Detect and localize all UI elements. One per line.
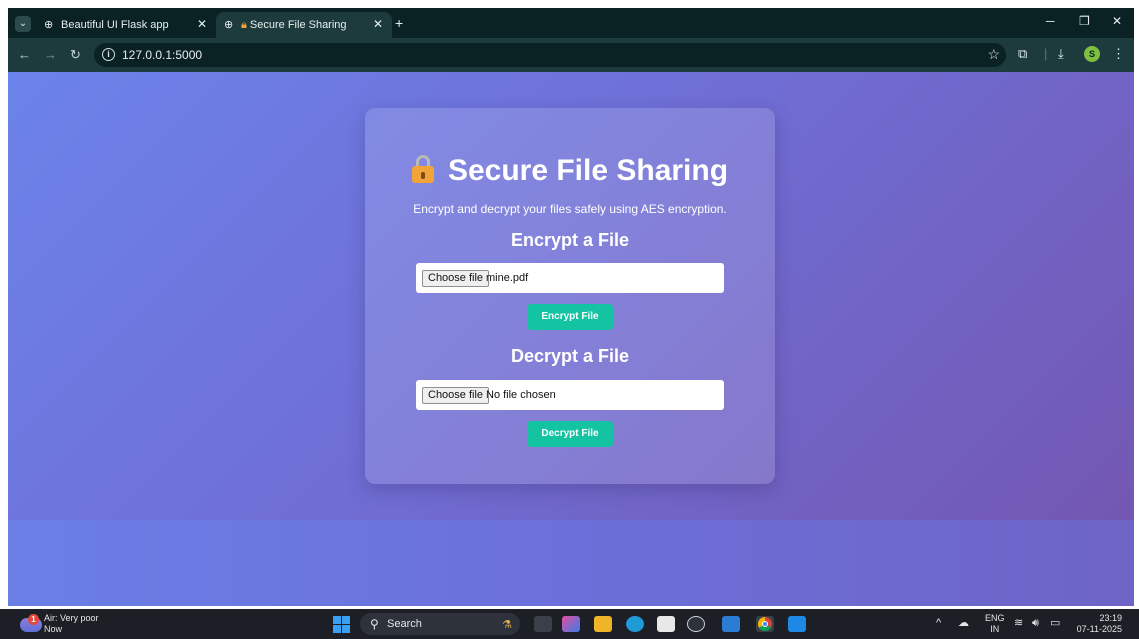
- decrypt-heading: Decrypt a File: [510, 346, 630, 366]
- onedrive-cloud-icon[interactable]: ☁: [958, 617, 969, 629]
- edge-browser-icon[interactable]: [626, 616, 644, 632]
- lock-emoji-icon: 🔒︎: [241, 19, 247, 31]
- site-info-icon[interactable]: i: [102, 48, 115, 61]
- weather-badge: 1: [28, 614, 39, 625]
- encrypt-choose-file-button[interactable]: Choose file: [422, 270, 490, 287]
- minimize-icon[interactable]: ─: [1046, 14, 1055, 28]
- tab-strip: ⌄ ⊕ Beautiful UI Flask app ✕ ⊕ 🔒︎ Secure…: [8, 8, 1134, 38]
- taskbar-clock[interactable]: 23:19 07-11-2025: [1072, 613, 1122, 635]
- language-indicator[interactable]: ENG IN: [985, 613, 1005, 635]
- page-background: Secure File Sharing Encrypt and decrypt …: [8, 72, 1134, 520]
- tab-title: 🔒︎ Secure File Sharing: [241, 19, 347, 31]
- show-hidden-icons-chevron-icon[interactable]: ^: [936, 617, 941, 629]
- weather-status[interactable]: Air: Very poor Now: [44, 613, 99, 635]
- encrypt-file-name: mine.pdf: [486, 272, 529, 284]
- page-viewport: Secure File Sharing Encrypt and decrypt …: [8, 72, 1134, 606]
- reload-icon[interactable]: ↻: [70, 48, 81, 62]
- tab-beautiful-ui[interactable]: ⊕ Beautiful UI Flask app ✕: [36, 12, 216, 38]
- close-tab-icon[interactable]: ✕: [373, 17, 383, 31]
- profile-avatar[interactable]: S: [1084, 46, 1100, 62]
- chrome-icon[interactable]: [756, 616, 774, 632]
- volume-icon[interactable]: 🔊︎: [1032, 617, 1039, 629]
- decrypt-file-input[interactable]: Choose file No file chosen: [416, 380, 724, 410]
- tab-title: Beautiful UI Flask app: [61, 19, 169, 31]
- search-icon: ⚲: [370, 617, 379, 631]
- page-title: Secure File Sharing: [365, 154, 775, 188]
- url-text[interactable]: 127.0.0.1:5000: [122, 48, 202, 62]
- calendar-app-icon[interactable]: [657, 616, 675, 632]
- dell-app-icon[interactable]: [687, 616, 705, 632]
- globe-icon: ⊕: [224, 19, 234, 31]
- encrypt-file-input[interactable]: Choose file mine.pdf: [416, 263, 724, 293]
- file-explorer-icon[interactable]: [594, 616, 612, 632]
- forward-arrow-icon[interactable]: →: [44, 48, 57, 62]
- weather-widget-icon[interactable]: 1: [20, 614, 42, 634]
- browser-window: ⌄ ⊕ Beautiful UI Flask app ✕ ⊕ 🔒︎ Secure…: [8, 8, 1134, 606]
- close-tab-icon[interactable]: ✕: [197, 17, 207, 31]
- page-subtitle: Encrypt and decrypt your files safely us…: [413, 202, 727, 216]
- tab-secure-file-sharing[interactable]: ⊕ 🔒︎ Secure File Sharing ✕: [216, 12, 392, 38]
- globe-icon: ⊕: [44, 19, 54, 31]
- taskbar-search[interactable]: ⚲ Search ⚗: [360, 613, 520, 635]
- restore-icon[interactable]: ❐: [1079, 14, 1090, 28]
- decrypt-choose-file-button[interactable]: Choose file: [422, 387, 490, 404]
- vscode-icon[interactable]: [788, 616, 806, 632]
- browser-toolbar: ← → ↻ i 127.0.0.1:5000 ☆ ⧉ | ⤓ S ⋮: [8, 38, 1134, 72]
- windows-start-icon[interactable]: [333, 616, 350, 633]
- download-icon[interactable]: ⤓: [1058, 47, 1064, 61]
- tab-search-chevron-icon[interactable]: ⌄: [15, 16, 31, 32]
- wifi-icon[interactable]: ≋: [1014, 617, 1023, 629]
- taskbar-search-label: Search: [387, 618, 422, 630]
- kebab-menu-icon[interactable]: ⋮: [1112, 47, 1125, 61]
- search-highlight-icon: ⚗: [502, 619, 512, 631]
- battery-icon[interactable]: ▭: [1050, 617, 1060, 629]
- close-window-icon[interactable]: ✕: [1112, 14, 1122, 28]
- toolbar-divider: |: [1044, 46, 1048, 61]
- screen: ⌄ ⊕ Beautiful UI Flask app ✕ ⊕ 🔒︎ Secure…: [0, 0, 1139, 639]
- file-sharing-card: Secure File Sharing Encrypt and decrypt …: [365, 108, 775, 484]
- outlook-icon[interactable]: [722, 616, 740, 632]
- new-tab-plus-icon[interactable]: +: [395, 16, 403, 30]
- decrypt-file-name: No file chosen: [486, 389, 556, 401]
- bookmark-star-icon[interactable]: ☆: [987, 46, 1000, 63]
- extensions-puzzle-icon[interactable]: ⧉: [1018, 47, 1027, 61]
- encrypt-file-button[interactable]: Encrypt File: [527, 304, 613, 330]
- encrypt-heading: Encrypt a File: [510, 230, 630, 250]
- lock-icon: [411, 155, 434, 183]
- task-view-icon[interactable]: [534, 616, 552, 632]
- copilot-icon[interactable]: [562, 616, 580, 632]
- address-bar[interactable]: i 127.0.0.1:5000 ☆: [94, 43, 1006, 67]
- back-arrow-icon[interactable]: ←: [18, 48, 31, 62]
- decrypt-file-button[interactable]: Decrypt File: [527, 421, 613, 447]
- windows-taskbar: 1 Air: Very poor Now ⚲ Search ⚗ ^ ☁ ENG: [0, 609, 1139, 639]
